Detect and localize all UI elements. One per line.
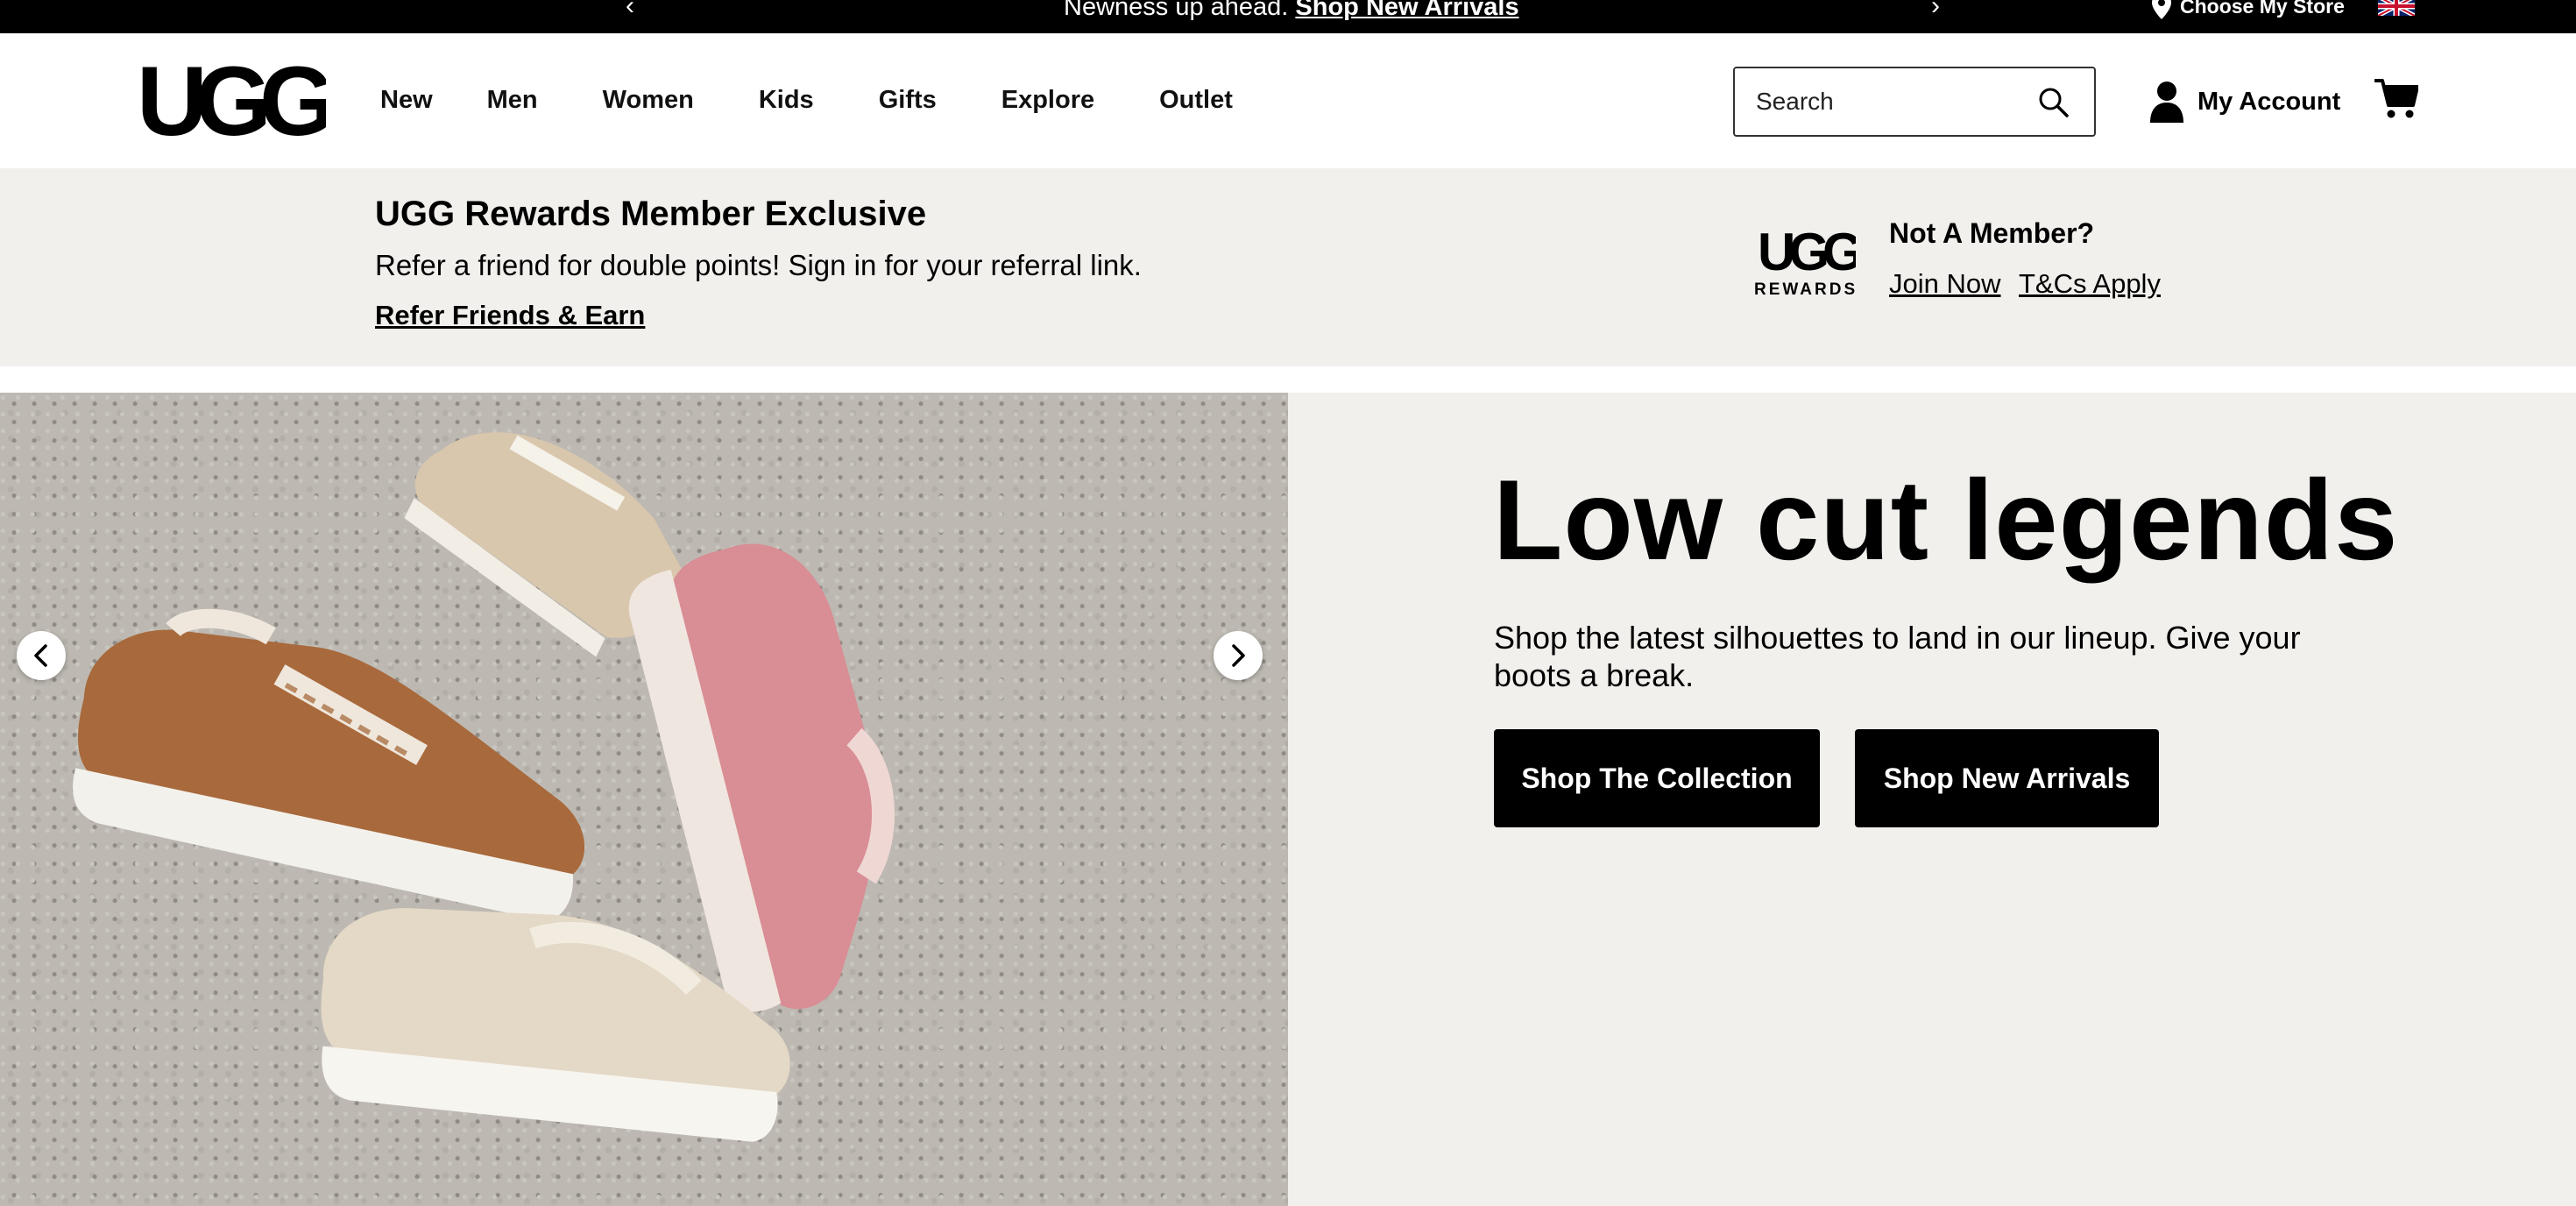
choose-store-label: Choose My Store xyxy=(2180,0,2345,18)
rewards-logo-subtext: REWARDS xyxy=(1754,280,1856,298)
shop-new-arrivals-button[interactable]: Shop New Arrivals xyxy=(1855,729,2159,827)
terms-link[interactable]: T&Cs Apply xyxy=(2019,268,2161,300)
not-a-member-heading: Not A Member? xyxy=(1889,217,2095,249)
hero-title: Low cut legends xyxy=(1493,456,2399,584)
hero-section: Low cut legends Shop the latest silhouet… xyxy=(0,393,2576,1206)
nav-women[interactable]: Women xyxy=(603,86,694,115)
nav-new[interactable]: New xyxy=(380,86,433,115)
promo-shop-new-arrivals-link[interactable]: Shop New Arrivals xyxy=(1295,0,1518,21)
search-box xyxy=(1733,67,2096,137)
rewards-banner: UGG Rewards Member Exclusive Refer a fri… xyxy=(0,168,2576,366)
nav-men[interactable]: Men xyxy=(487,86,538,115)
rewards-title: UGG Rewards Member Exclusive xyxy=(375,195,927,233)
carousel-next-button[interactable] xyxy=(1214,631,1263,680)
choose-store-link[interactable]: Choose My Store xyxy=(2152,0,2345,19)
join-now-link[interactable]: Join Now xyxy=(1889,268,2001,300)
nav-explore[interactable]: Explore xyxy=(1001,86,1094,115)
rewards-logo-text: UGG xyxy=(1758,226,1856,281)
ugg-logo[interactable]: UGG xyxy=(137,58,326,147)
nav-kids[interactable]: Kids xyxy=(759,86,814,115)
my-account-link[interactable]: My Account xyxy=(2148,81,2340,123)
carousel-prev-button[interactable] xyxy=(17,631,66,680)
cart-icon[interactable] xyxy=(2374,77,2418,119)
promo-message: Newness up ahead. Shop New Arrivals xyxy=(1064,0,1519,22)
promo-next-arrow[interactable]: › xyxy=(1931,0,1940,21)
ugg-logo-text: UGG xyxy=(137,58,326,147)
refer-friends-link[interactable]: Refer Friends & Earn xyxy=(375,300,645,331)
search-icon[interactable] xyxy=(2037,86,2070,119)
site-header: UGG New Men Women Kids Gifts Explore Out… xyxy=(0,33,2576,168)
nav-gifts[interactable]: Gifts xyxy=(879,86,937,115)
hero-image xyxy=(0,393,1288,1206)
chevron-left-icon xyxy=(34,644,47,667)
main-nav: New Men Women Kids Gifts Explore Outlet xyxy=(380,86,1233,115)
promo-bar: ‹ Newness up ahead. Shop New Arrivals › … xyxy=(0,0,2576,33)
shop-collection-button[interactable]: Shop The Collection xyxy=(1494,729,1820,827)
my-account-label: My Account xyxy=(2197,87,2341,116)
ugg-rewards-logo: UGG REWARDS xyxy=(1754,226,1856,298)
search-input[interactable] xyxy=(1756,84,2028,119)
chevron-right-icon xyxy=(1232,644,1245,667)
sneaker-brown xyxy=(73,608,585,921)
user-icon xyxy=(2150,82,2183,123)
hero-description: Shop the latest silhouettes to land in o… xyxy=(1494,620,2301,693)
promo-text: Newness up ahead. xyxy=(1064,0,1296,21)
uk-flag-icon[interactable] xyxy=(2378,0,2415,16)
nav-outlet[interactable]: Outlet xyxy=(1159,86,1233,115)
sneakers-photo xyxy=(73,432,895,1142)
promo-prev-arrow[interactable]: ‹ xyxy=(626,0,634,21)
rewards-description: Refer a friend for double points! Sign i… xyxy=(375,249,1142,281)
location-pin-icon xyxy=(2152,0,2171,19)
